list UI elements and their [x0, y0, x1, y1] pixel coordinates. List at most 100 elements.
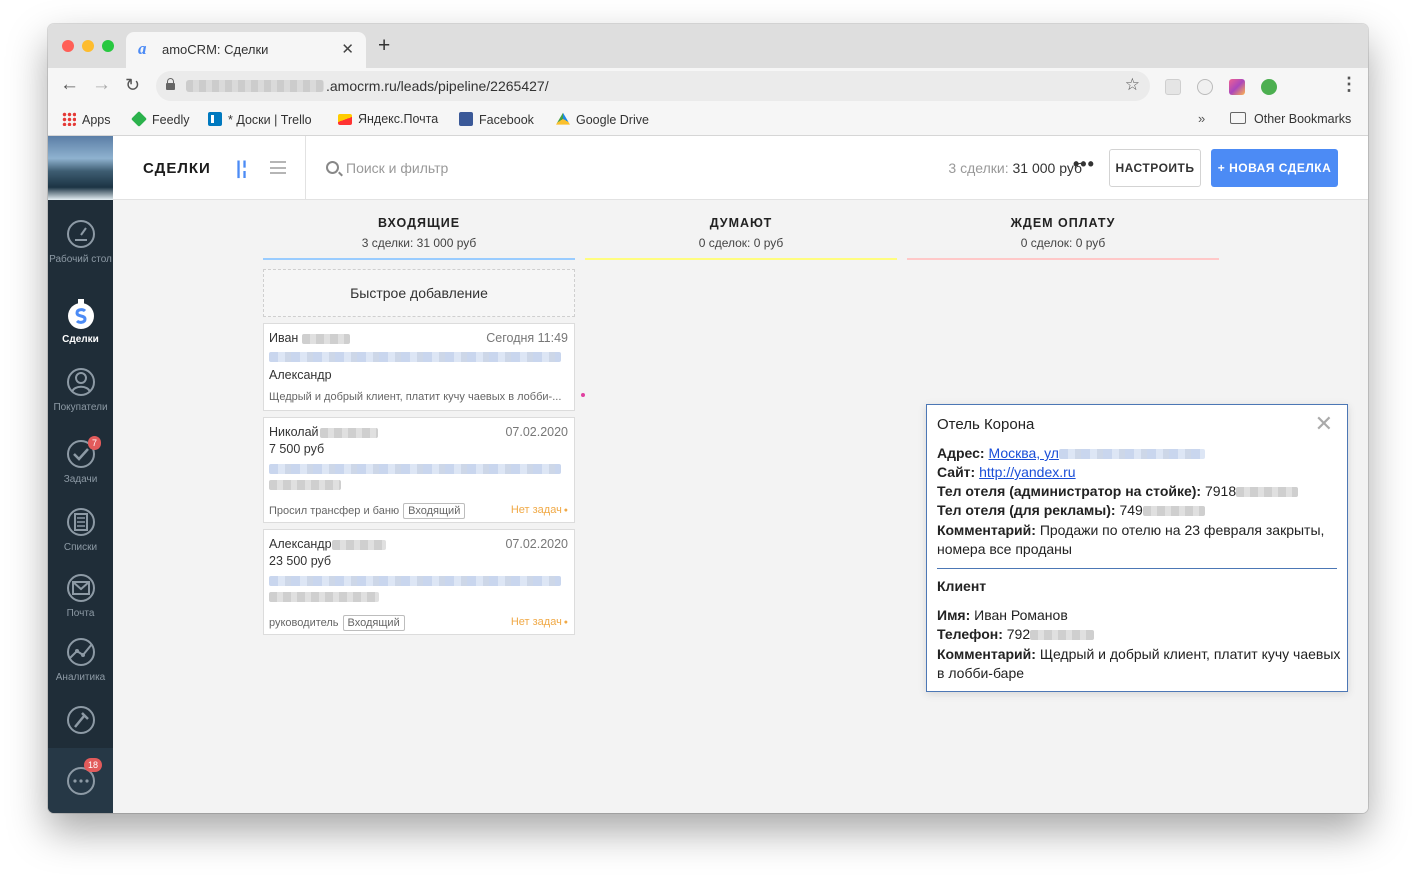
page-header: СДЕЛКИ |¦ 3 сделки: 31 000 руб ••• НАСТР…: [113, 136, 1368, 200]
bookmark-label: Apps: [82, 113, 111, 127]
card-note: Просил трансфер и баню: [269, 505, 400, 517]
card-note-row: руководитель Входящий: [269, 615, 405, 631]
bookmark-facebook[interactable]: Facebook: [459, 112, 534, 127]
no-tasks-label[interactable]: Нет задач: [511, 504, 568, 516]
address-link[interactable]: Москва, ул: [989, 445, 1059, 461]
quick-add-button[interactable]: Быстрое добавление: [263, 269, 575, 317]
extension-icon[interactable]: [1165, 79, 1181, 95]
sidebar-item-label: Задачи: [63, 474, 98, 485]
sidebar-item-analytics[interactable]: Аналитика: [48, 636, 113, 684]
sidebar-item-label: Сделки: [62, 334, 99, 345]
close-window-button[interactable]: [62, 40, 74, 52]
extension-icon[interactable]: [1197, 79, 1213, 95]
bookmark-apps[interactable]: Apps: [62, 112, 111, 127]
card-price: 23 500 руб: [269, 554, 332, 568]
redacted-text: [269, 352, 561, 362]
bookmark-other[interactable]: Other Bookmarks: [1230, 112, 1351, 126]
sidebar-item-customers[interactable]: Покупатели: [48, 366, 113, 414]
bookmark-label: Feedly: [152, 113, 190, 127]
new-deal-button[interactable]: + НОВАЯ СДЕЛКА: [1211, 149, 1338, 187]
summary-prefix: 3 сделки:: [948, 160, 1009, 176]
sidebar-item-dashboard[interactable]: Рабочий стол: [48, 218, 113, 266]
redacted-text: [269, 480, 341, 490]
sidebar-item-tasks[interactable]: Задачи 7: [48, 436, 113, 486]
bookmarks-overflow-icon[interactable]: »: [1198, 111, 1205, 126]
browser-tab[interactable]: a amoCRM: Сделки ✕: [126, 32, 366, 68]
client-comment-row: Комментарий: Щедрый и добрый клиент, пла…: [937, 645, 1341, 683]
google-drive-icon: [556, 112, 570, 125]
deal-card[interactable]: Иван Сегодня 11:49 Александр Щедрый и до…: [263, 323, 575, 411]
minimize-window-button[interactable]: [82, 40, 94, 52]
card-contact: Александр: [269, 368, 332, 382]
status-dot: [581, 393, 585, 397]
phone-admin-label: Тел отеля (администратор на стойке):: [937, 483, 1202, 499]
bookmark-trello[interactable]: * Доски | Trello: [208, 112, 312, 127]
stage-tag[interactable]: Входящий: [403, 503, 466, 519]
column-name: ЖДЕМ ОПЛАТУ: [1010, 216, 1116, 230]
sidebar-item-label: Почта: [66, 608, 95, 619]
list-view-icon[interactable]: [270, 161, 286, 174]
client-phone-label: Телефон:: [937, 626, 1003, 642]
forward-arrow-icon[interactable]: →: [92, 74, 111, 96]
back-arrow-icon[interactable]: ←: [60, 74, 79, 96]
search-input[interactable]: [346, 156, 846, 180]
bookmark-yandex-mail[interactable]: Яндекс.Почта: [338, 112, 438, 126]
column-header-thinking: ДУМАЮТ 0 сделок: 0 руб: [585, 216, 897, 250]
comment-label: Комментарий:: [937, 522, 1036, 538]
new-tab-button[interactable]: +: [378, 35, 390, 56]
sidebar-item-settings[interactable]: [48, 704, 113, 740]
deals-summary: 3 сделки: 31 000 руб: [948, 160, 1082, 176]
bookmark-label: Яндекс.Почта: [358, 112, 439, 126]
url-redacted: [186, 80, 324, 92]
sidebar-item-lists[interactable]: Списки: [48, 506, 113, 554]
no-tasks-label[interactable]: Нет задач: [511, 616, 568, 628]
lock-icon: [166, 78, 175, 90]
page-title: СДЕЛКИ: [143, 160, 211, 177]
reload-icon[interactable]: ↻: [125, 74, 140, 96]
maximize-window-button[interactable]: [102, 40, 114, 52]
pipeline-view-icon[interactable]: |¦: [236, 158, 248, 179]
site-link[interactable]: http://yandex.ru: [979, 464, 1076, 480]
card-note: Щедрый и добрый клиент, платит кучу чаев…: [269, 391, 562, 403]
chat-section[interactable]: 18: [48, 748, 113, 813]
sidebar-item-deals[interactable]: Сделки: [48, 298, 113, 346]
avatar[interactable]: [48, 136, 113, 200]
redacted-text: [320, 428, 378, 438]
client-phone-row: Телефон: 792: [937, 626, 1095, 642]
browser-toolbar: ← → ↻ .amocrm.ru/leads/pipeline/2265427/…: [48, 68, 1368, 104]
bookmark-google-drive[interactable]: Google Drive: [556, 112, 649, 127]
stage-tag[interactable]: Входящий: [342, 615, 405, 631]
column-header-awaiting-payment: ЖДЕМ ОПЛАТУ 0 сделок: 0 руб: [907, 216, 1219, 250]
tab-close-icon[interactable]: ✕: [341, 40, 354, 58]
extension-icon[interactable]: [1261, 79, 1277, 95]
customers-icon: [66, 368, 95, 396]
close-icon[interactable]: ✕: [1315, 413, 1333, 435]
phone-ads-label: Тел отеля (для рекламы):: [937, 502, 1116, 518]
phone-ads-row: Тел отеля (для рекламы): 749: [937, 502, 1205, 518]
sidebar-item-mail[interactable]: Почта: [48, 572, 113, 620]
sidebar-item-label: Списки: [63, 542, 98, 553]
card-date: Сегодня 11:49: [486, 331, 568, 345]
more-options-button[interactable]: •••: [1073, 154, 1095, 175]
setup-button[interactable]: НАСТРОИТЬ: [1109, 149, 1201, 187]
bookmark-label: Google Drive: [576, 113, 649, 127]
column-name: ВХОДЯЩИЕ: [377, 216, 461, 230]
bookmark-star-icon[interactable]: ☆: [1125, 75, 1140, 95]
address-bar[interactable]: .amocrm.ru/leads/pipeline/2265427/ ☆: [156, 71, 1150, 101]
bookmark-label: * Доски | Trello: [228, 113, 312, 127]
card-date: 07.02.2020: [505, 425, 568, 439]
phone-admin-row: Тел отеля (администратор на стойке): 791…: [937, 483, 1299, 499]
sidebar-item-label: Покупатели: [53, 402, 108, 413]
url-text: .amocrm.ru/leads/pipeline/2265427/: [326, 78, 549, 94]
comment-row: Комментарий: Продажи по отелю на 23 февр…: [937, 521, 1341, 559]
extension-icon[interactable]: [1229, 79, 1245, 95]
bookmark-feedly[interactable]: Feedly: [131, 111, 190, 127]
deal-card[interactable]: Александр 07.02.2020 23 500 руб руководи…: [263, 529, 575, 635]
browser-menu-icon[interactable]: ⋮: [1340, 75, 1358, 93]
deal-card[interactable]: Николай 07.02.2020 7 500 руб Просил тран…: [263, 417, 575, 523]
redacted-text: [1236, 487, 1299, 497]
trello-icon: [208, 112, 222, 126]
title-bar: a amoCRM: Сделки ✕ +: [48, 24, 1368, 68]
feedly-icon: [131, 111, 147, 127]
folder-icon: [1230, 112, 1246, 124]
